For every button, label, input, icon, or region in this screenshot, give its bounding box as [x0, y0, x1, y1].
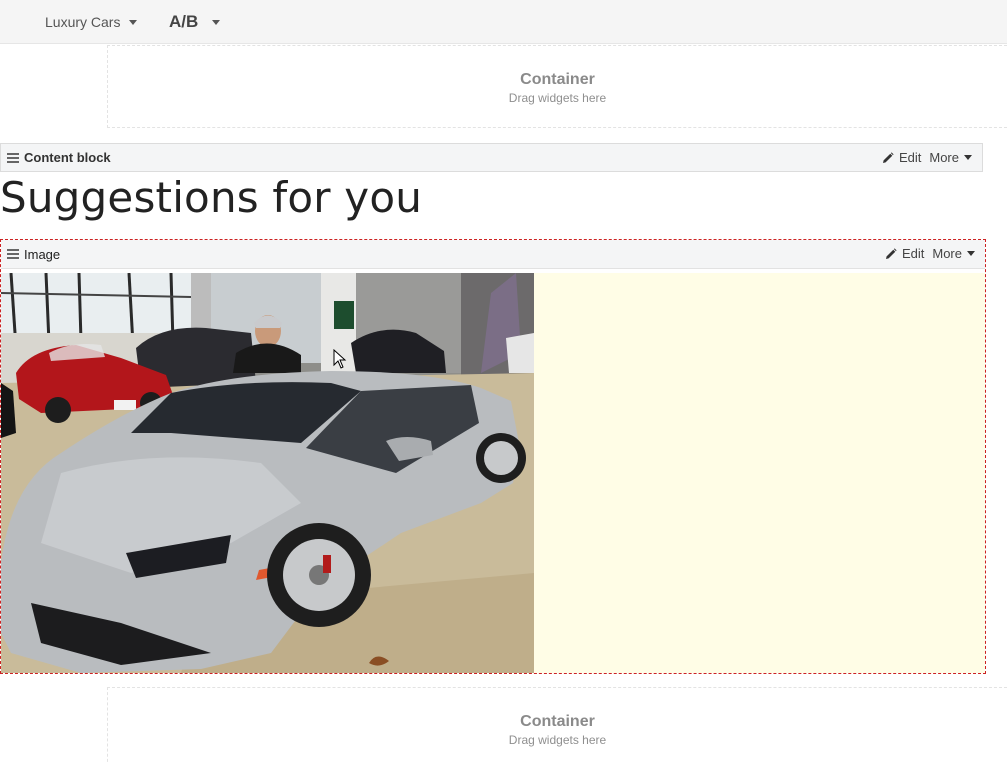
container-title: Container: [520, 71, 595, 88]
caret-down-icon: [212, 19, 221, 25]
container-title: Container: [520, 713, 595, 730]
pencil-icon: [885, 247, 897, 259]
car-photo: [1, 273, 534, 673]
edit-label: Edit: [901, 246, 925, 261]
ab-test-dropdown[interactable]: A/B: [169, 0, 221, 44]
caret-down-icon: [129, 19, 138, 25]
mouse-cursor-icon: [333, 349, 347, 369]
page-heading: Suggestions for you: [0, 173, 423, 222]
image-area: [1, 273, 985, 673]
image-more-button[interactable]: More: [932, 246, 975, 261]
hamburger-icon[interactable]: [7, 249, 19, 259]
container-hint: Drag widgets here: [508, 91, 607, 105]
site-dropdown-label: Luxury Cars: [45, 14, 121, 30]
content-block-more-button[interactable]: More: [929, 150, 972, 165]
site-dropdown[interactable]: Luxury Cars: [45, 0, 138, 44]
more-label: More: [929, 150, 959, 165]
container-drop-zone-top[interactable]: Container Drag widgets here: [107, 45, 1007, 128]
caret-down-icon: [964, 155, 972, 160]
edit-label: Edit: [898, 150, 922, 165]
content-block-toolbar: Content block Edit More: [0, 143, 983, 172]
hamburger-icon[interactable]: [7, 152, 19, 163]
image-widget[interactable]: Image Edit More: [0, 239, 986, 674]
container-drop-zone-bottom[interactable]: Container Drag widgets here: [107, 687, 1007, 762]
more-label: More: [932, 246, 962, 261]
top-toolbar: Luxury Cars A/B: [0, 0, 1007, 44]
image-widget-toolbar: Image Edit More: [1, 240, 985, 269]
image-edit-button[interactable]: Edit: [885, 246, 924, 261]
content-block-edit-button[interactable]: Edit: [882, 150, 921, 165]
ab-test-label: A/B: [169, 12, 199, 31]
caret-down-icon: [967, 251, 975, 256]
image-widget-label: Image: [24, 246, 61, 262]
pencil-icon: [882, 151, 894, 163]
container-hint: Drag widgets here: [508, 733, 607, 747]
content-block-label: Content block: [24, 150, 111, 165]
